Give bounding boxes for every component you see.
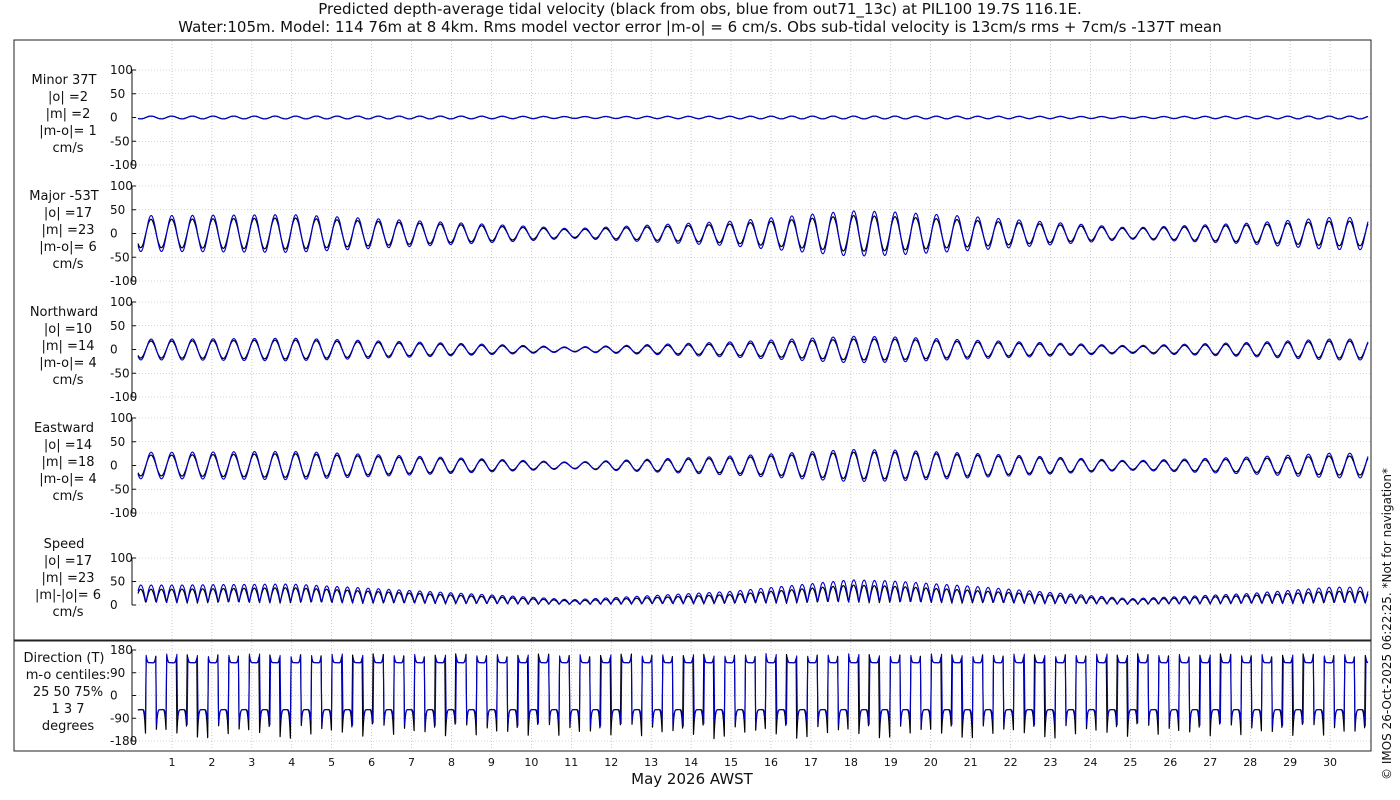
panel-label-major: cm/s <box>53 257 84 272</box>
y-tick-label: 0 <box>110 343 118 357</box>
panel-label-east: cm/s <box>53 489 84 504</box>
x-tick-label: 4 <box>288 756 295 769</box>
y-tick-label: 180 <box>110 643 133 657</box>
x-tick-label: 29 <box>1283 756 1297 769</box>
x-tick-label: 16 <box>764 756 778 769</box>
x-tick-label: 3 <box>248 756 255 769</box>
x-axis-label: May 2026 AWST <box>631 770 754 788</box>
y-tick-label: -100 <box>110 158 137 172</box>
y-tick-label: 0 <box>110 689 118 703</box>
panel-label-north: |m-o|= 4 <box>39 356 97 371</box>
panel-label-north: Northward <box>30 305 98 320</box>
y-tick-label: 100 <box>110 411 133 425</box>
panel-label-speed: |o| =17 <box>44 554 92 569</box>
x-tick-label: 2 <box>208 756 215 769</box>
panel-label-major: Major -53T <box>29 189 98 204</box>
y-tick-label: -50 <box>110 134 130 148</box>
x-tick-label: 24 <box>1083 756 1097 769</box>
x-tick-label: 23 <box>1044 756 1058 769</box>
x-tick-label: 11 <box>564 756 578 769</box>
y-tick-label: 50 <box>110 87 125 101</box>
panel-label-speed: |m|-|o|= 6 <box>35 588 101 603</box>
y-tick-label: 50 <box>110 319 125 333</box>
panel-label-east: Eastward <box>34 421 94 436</box>
x-tick-label: 27 <box>1203 756 1217 769</box>
y-tick-label: 0 <box>110 459 118 473</box>
x-tick-label: 30 <box>1323 756 1337 769</box>
series-model-direction <box>137 653 1369 728</box>
x-tick-label: 17 <box>804 756 818 769</box>
y-tick-label: 0 <box>110 598 118 612</box>
upper-frame <box>13 39 1372 641</box>
panel-label-direction: degrees <box>42 719 95 734</box>
panel-label-direction: 25 50 75% <box>33 685 103 700</box>
x-tick-label: 19 <box>884 756 898 769</box>
x-tick-label: 5 <box>328 756 335 769</box>
series-obs-direction <box>137 653 1369 740</box>
panel-label-east: |m-o|= 4 <box>39 472 97 487</box>
x-tick-label: 6 <box>368 756 375 769</box>
x-tick-label: 20 <box>924 756 938 769</box>
y-tick-label: 50 <box>110 575 125 589</box>
y-tick-label: 100 <box>110 295 133 309</box>
x-tick-label: 9 <box>488 756 495 769</box>
panel-label-minor: |m-o|= 1 <box>39 124 97 139</box>
panel-label-minor: Minor 37T <box>32 73 97 88</box>
panel-label-major: |m| =23 <box>42 223 95 238</box>
x-tick-label: 14 <box>684 756 698 769</box>
x-tick-label: 15 <box>724 756 738 769</box>
panel-label-major: |m-o|= 6 <box>39 240 97 255</box>
panel-label-direction: m-o centiles: <box>26 668 111 683</box>
x-tick-label: 25 <box>1123 756 1137 769</box>
x-tick-label: 13 <box>644 756 658 769</box>
panel-label-north: |o| =10 <box>44 322 92 337</box>
y-tick-label: 50 <box>110 203 125 217</box>
y-tick-label: 100 <box>110 179 133 193</box>
series-model-speed <box>137 579 1369 605</box>
x-tick-label: 12 <box>604 756 618 769</box>
copyright-notice: © IMOS 26-Oct-2025 06:22:25. *Not for na… <box>1380 468 1394 780</box>
y-tick-label: -90 <box>110 711 130 725</box>
panel-label-minor: cm/s <box>53 141 84 156</box>
x-tick-label: 26 <box>1163 756 1177 769</box>
y-tick-label: 50 <box>110 435 125 449</box>
y-tick-label: 100 <box>110 63 133 77</box>
y-tick-label: 0 <box>110 227 118 241</box>
y-tick-label: -50 <box>110 366 130 380</box>
panel-label-major: |o| =17 <box>44 206 92 221</box>
y-tick-label: 0 <box>110 111 118 125</box>
y-tick-label: -50 <box>110 250 130 264</box>
panel-label-east: |m| =18 <box>42 455 95 470</box>
y-tick-label: -100 <box>110 506 137 520</box>
panel-label-minor: |m| =2 <box>46 107 91 122</box>
panel-label-north: |m| =14 <box>42 339 95 354</box>
panel-label-direction: Direction (T) <box>24 651 105 666</box>
y-tick-label: -50 <box>110 482 130 496</box>
grid-layer <box>136 41 1370 750</box>
panel-label-speed: Speed <box>44 537 85 552</box>
x-tick-label: 10 <box>524 756 538 769</box>
x-tick-label: 28 <box>1243 756 1257 769</box>
y-tick-label: 100 <box>110 551 133 565</box>
x-tick-label: 22 <box>1004 756 1018 769</box>
y-tick-label: 90 <box>110 666 125 680</box>
x-tick-label: 8 <box>448 756 455 769</box>
y-tick-label: -180 <box>110 734 137 748</box>
panel-label-direction: 1 3 7 <box>51 702 84 717</box>
x-tick-label: 18 <box>844 756 858 769</box>
panel-label-east: |o| =14 <box>44 438 92 453</box>
panel-labels: Minor 37T |o| =2 |m| =2 |m-o|= 1 cm/s Major -… <box>24 73 111 734</box>
tidal-velocity-chart: 1 2 3 4 5 6 7 8 9 10 11 12 13 14 15 16 17 18 19 20 21 22 23 24 2… <box>13 39 1372 788</box>
x-tick-label: 7 <box>408 756 415 769</box>
y-tick-label: -100 <box>110 274 137 288</box>
panel-label-north: cm/s <box>53 373 84 388</box>
panel-label-speed: cm/s <box>53 605 84 620</box>
y-tick-label: -100 <box>110 390 137 404</box>
x-tick-label: 21 <box>964 756 978 769</box>
x-tick-label: 1 <box>168 756 175 769</box>
panel-label-minor: |o| =2 <box>48 90 88 105</box>
panel-label-speed: |m| =23 <box>42 571 95 586</box>
